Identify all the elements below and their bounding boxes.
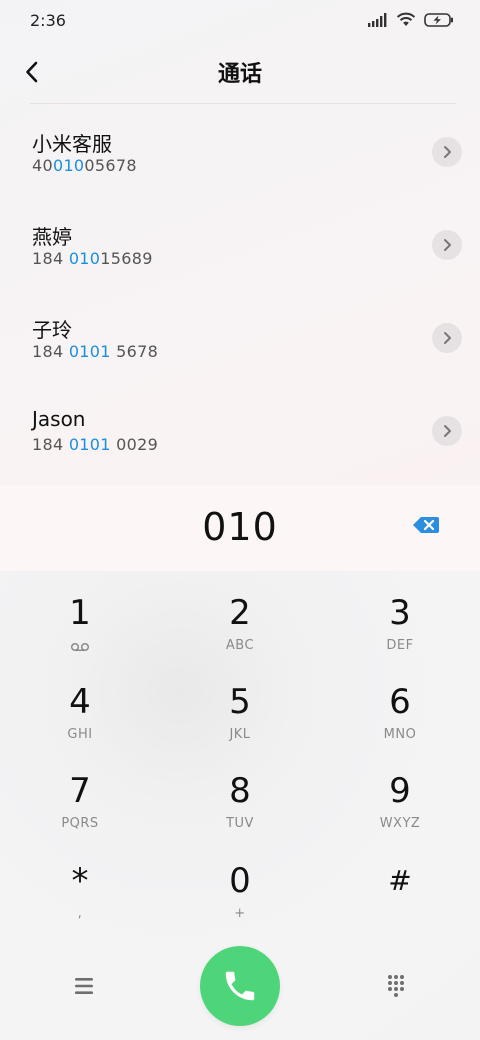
call-button[interactable]	[200, 946, 280, 1026]
bottom-action-bar	[0, 946, 480, 1026]
key-letters: MNO	[383, 727, 417, 742]
voicemail-icon	[0, 641, 160, 656]
key-digit: 2	[229, 593, 251, 633]
number-prefix: 184	[32, 342, 69, 361]
chevron-right-icon	[444, 146, 451, 158]
contact-name: 燕婷	[32, 225, 72, 249]
key-digit: 6	[389, 682, 411, 722]
menu-icon	[75, 978, 93, 994]
number-suffix: 0029	[110, 435, 159, 454]
battery-icon	[424, 12, 454, 31]
contact-detail-button[interactable]	[432, 416, 462, 446]
key-letters: TUV	[226, 816, 254, 831]
key-8[interactable]: 8 TUV	[160, 749, 320, 838]
number-prefix: 184	[32, 249, 69, 268]
key-0[interactable]: 0 +	[160, 839, 320, 928]
backspace-icon	[413, 517, 439, 533]
key-letters: WXYZ	[379, 816, 421, 831]
key-digit: #	[388, 864, 412, 897]
key-digit: 1	[69, 593, 91, 633]
contact-item[interactable]: 燕婷 184 01015689	[0, 199, 480, 292]
key-2[interactable]: 2 ABC	[160, 571, 320, 660]
contact-number: 4001005678	[32, 156, 137, 175]
delete-button[interactable]	[412, 515, 442, 539]
key-4[interactable]: 4 GHI	[0, 660, 160, 749]
contact-name: 子玲	[32, 318, 72, 342]
dial-number-display: 010	[0, 485, 480, 571]
contact-name: Jason	[32, 407, 86, 431]
key-digit: 8	[229, 771, 251, 811]
signal-icon	[368, 12, 388, 31]
key-star[interactable]: * ,	[0, 839, 160, 928]
key-letters: +	[234, 906, 246, 921]
contact-item[interactable]: 子玲 184 0101 5678	[0, 292, 480, 385]
key-digit: 3	[389, 593, 411, 633]
key-digit: *	[71, 861, 89, 901]
key-letters: ,	[77, 906, 83, 921]
key-1[interactable]: 1	[0, 571, 160, 660]
dialed-number: 010	[202, 505, 278, 549]
contact-item[interactable]: Jason 184 0101 0029	[0, 385, 480, 478]
number-suffix: 15689	[100, 249, 153, 268]
chevron-right-icon	[444, 425, 451, 437]
contact-detail-button[interactable]	[432, 323, 462, 353]
number-suffix: 5678	[110, 342, 159, 361]
key-hash[interactable]: #	[320, 839, 480, 928]
status-icons	[368, 12, 454, 31]
contact-list: 小米客服 4001005678 燕婷 184 01015689 子玲 184 0…	[0, 106, 480, 478]
key-letters: DEF	[386, 638, 414, 653]
contact-detail-button[interactable]	[432, 137, 462, 167]
header-divider	[30, 103, 456, 104]
key-digit: 7	[69, 771, 91, 811]
key-letters: JKL	[229, 727, 251, 742]
chevron-right-icon	[444, 332, 451, 344]
status-bar: 2:36	[0, 0, 480, 44]
key-letters: ABC	[225, 638, 255, 653]
number-match: 010	[52, 156, 85, 175]
number-prefix: 184	[32, 435, 69, 454]
number-match: 0101	[68, 435, 111, 454]
header: 通话	[0, 44, 480, 104]
key-6[interactable]: 6 MNO	[320, 660, 480, 749]
contact-detail-button[interactable]	[432, 230, 462, 260]
key-3[interactable]: 3 DEF	[320, 571, 480, 660]
key-digit: 0	[229, 861, 251, 901]
number-suffix: 05678	[84, 156, 137, 175]
key-digit: 9	[389, 771, 411, 811]
key-5[interactable]: 5 JKL	[160, 660, 320, 749]
menu-button[interactable]	[64, 968, 104, 1004]
contact-number: 184 01015689	[32, 249, 153, 268]
key-7[interactable]: 7 PQRS	[0, 749, 160, 838]
contact-name: 小米客服	[32, 132, 112, 156]
page-title: 通话	[217, 62, 262, 87]
contact-number: 184 0101 0029	[32, 435, 158, 454]
contact-item[interactable]: 小米客服 4001005678	[0, 106, 480, 199]
status-time: 2:36	[30, 11, 66, 30]
phone-icon	[225, 971, 255, 1001]
wifi-icon	[396, 12, 416, 31]
key-digit: 5	[229, 682, 251, 722]
number-match: 010	[68, 249, 101, 268]
number-prefix: 40	[32, 156, 53, 175]
dialpad-button[interactable]	[376, 968, 416, 1004]
key-letters: PQRS	[61, 816, 99, 831]
key-digit: 4	[69, 682, 91, 722]
contact-number: 184 0101 5678	[32, 342, 158, 361]
number-match: 0101	[68, 342, 111, 361]
chevron-right-icon	[444, 239, 451, 251]
dialpad-icon	[388, 975, 404, 997]
key-letters: GHI	[67, 727, 93, 742]
key-9[interactable]: 9 WXYZ	[320, 749, 480, 838]
